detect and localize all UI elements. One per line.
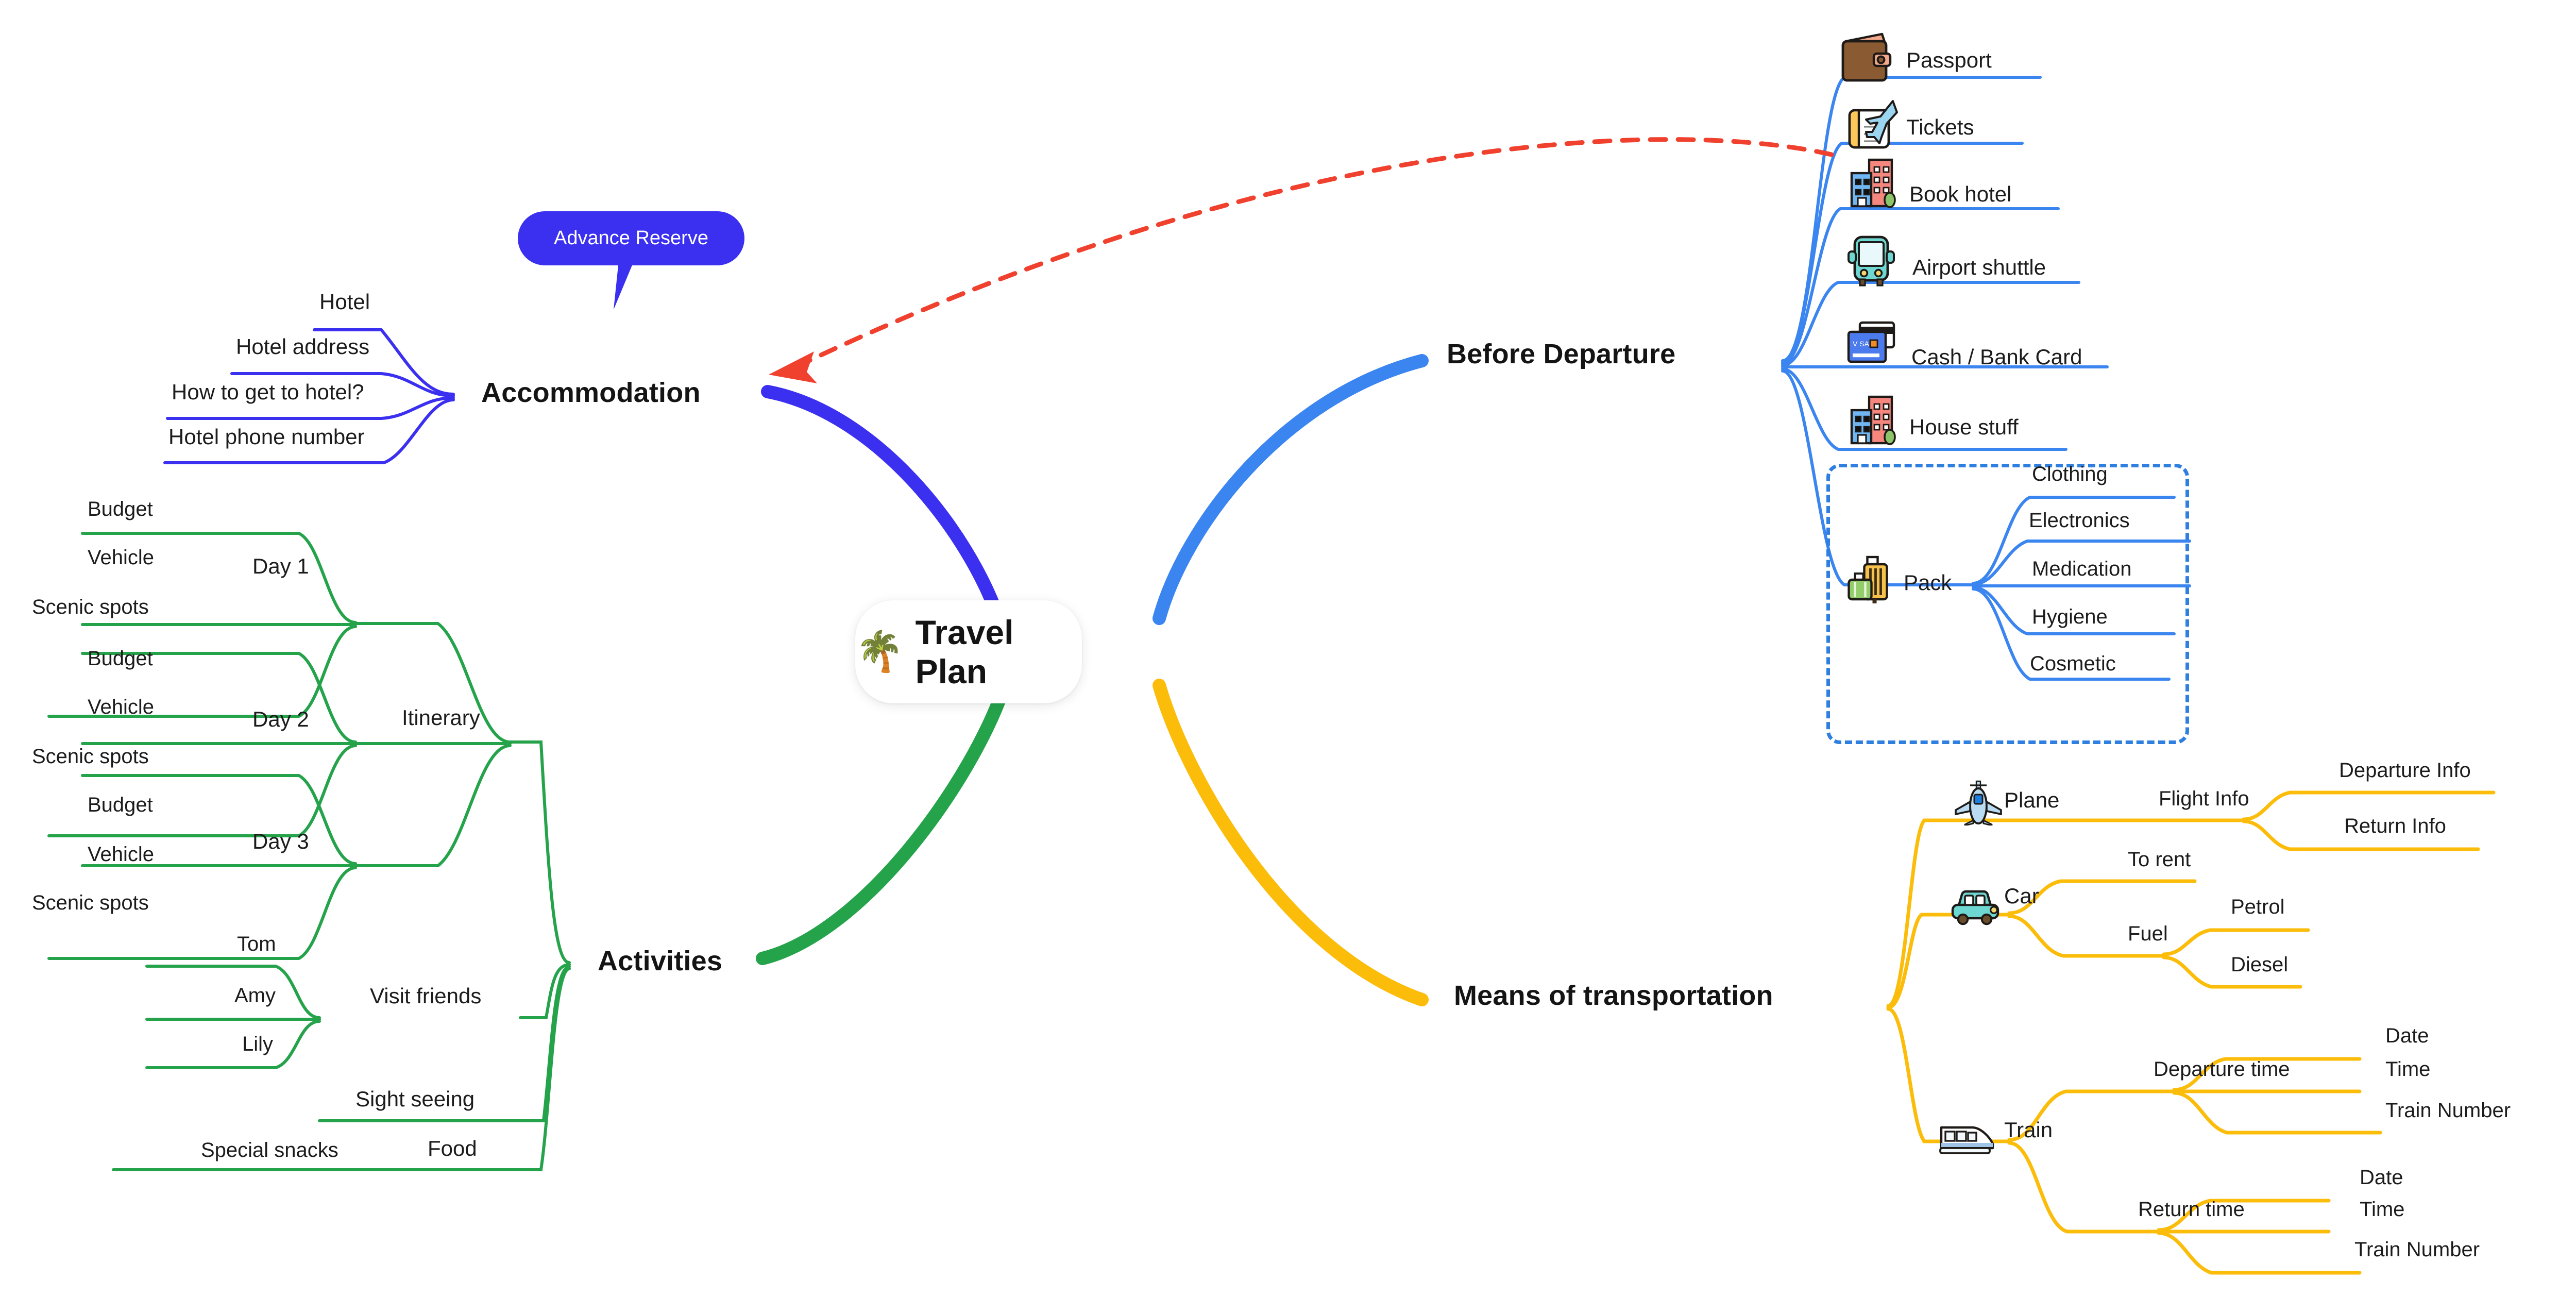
line-act-hub-itinerary	[509, 740, 571, 964]
mindmap-canvas: 🌴 Travel Plan Advance Reserve Accommodat…	[0, 0, 2576, 1314]
line-train-returntime	[2007, 1141, 2161, 1234]
palm-tree-icon: 🌴	[855, 630, 904, 673]
line-rettime-number	[2157, 1231, 2362, 1275]
node-diesel[interactable]: Diesel	[2231, 954, 2288, 975]
train-icon	[1937, 1118, 1996, 1156]
node-day3-vehicle[interactable]: Vehicle	[88, 844, 154, 865]
node-amy[interactable]: Amy	[234, 985, 276, 1006]
node-day1-scenic-spots[interactable]: Scenic spots	[32, 597, 149, 617]
node-day2-vehicle[interactable]: Vehicle	[88, 697, 154, 717]
node-car[interactable]: Car	[2004, 885, 2039, 907]
node-ret-time[interactable]: Time	[2360, 1199, 2404, 1220]
node-clothing[interactable]: Clothing	[2032, 464, 2108, 484]
node-sight-seeing[interactable]: Sight seeing	[355, 1088, 474, 1110]
node-special-snacks[interactable]: Special snacks	[201, 1140, 338, 1160]
branch-label-accommodation[interactable]: Accommodation	[481, 379, 701, 407]
center-node[interactable]: 🌴 Travel Plan	[855, 600, 1082, 703]
branch-before-departure-main	[1153, 354, 1429, 625]
branch-transportation-main	[1153, 679, 1429, 1006]
node-medication[interactable]: Medication	[2032, 559, 2131, 579]
node-pack[interactable]: Pack	[1904, 572, 1952, 594]
callout-tail-icon	[613, 260, 639, 310]
node-dep-time[interactable]: Time	[2385, 1059, 2430, 1080]
line-bd-hub-bookhotel	[1781, 207, 2060, 365]
node-day2-budget[interactable]: Budget	[88, 648, 153, 669]
node-itinerary[interactable]: Itinerary	[402, 707, 480, 729]
node-hotel-address[interactable]: Hotel address	[236, 336, 369, 358]
branch-label-before-departure[interactable]: Before Departure	[1447, 340, 1675, 368]
bus-icon	[1843, 233, 1899, 289]
branch-activities-main	[756, 679, 1011, 965]
line-deptime-number	[2172, 1091, 2382, 1135]
node-flight-info[interactable]: Flight Info	[2159, 788, 2249, 809]
line-itin-day3	[354, 744, 512, 867]
line-act-hub-food	[519, 967, 571, 1171]
node-house-stuff[interactable]: House stuff	[1909, 416, 2019, 438]
branch-label-activities[interactable]: Activities	[598, 947, 722, 975]
node-to-rent[interactable]: To rent	[2128, 849, 2191, 870]
node-cash-bank-card[interactable]: Cash / Bank Card	[1911, 346, 2082, 368]
node-day-3[interactable]: Day 3	[252, 831, 309, 852]
node-dep-train-number[interactable]: Train Number	[2385, 1100, 2511, 1121]
node-book-hotel[interactable]: Book hotel	[1909, 183, 2011, 205]
node-electronics[interactable]: Electronics	[2029, 510, 2130, 531]
branch-label-transportation[interactable]: Means of transportation	[1454, 982, 1773, 1009]
node-airport-shuttle[interactable]: Airport shuttle	[1912, 257, 2046, 278]
buildings-icon	[1843, 155, 1900, 211]
node-visit-friends[interactable]: Visit friends	[370, 985, 481, 1007]
connector-lines	[47, 76, 2496, 1275]
node-fuel[interactable]: Fuel	[2128, 923, 2168, 944]
airline-ticket-icon	[1843, 98, 1899, 151]
node-departure-time[interactable]: Departure time	[2154, 1059, 2290, 1080]
line-fuel-petrol	[2162, 928, 2310, 956]
node-return-time[interactable]: Return time	[2138, 1199, 2245, 1220]
node-day-1[interactable]: Day 1	[252, 555, 309, 577]
line-vf-tom	[145, 965, 321, 1019]
node-plane[interactable]: Plane	[2004, 789, 2059, 811]
buildings-icon	[1843, 392, 1900, 448]
node-tickets[interactable]: Tickets	[1906, 116, 1974, 138]
car-icon	[1947, 886, 2004, 926]
node-ret-train-number[interactable]: Train Number	[2354, 1239, 2480, 1260]
line-act-hub-visitfriends	[519, 963, 571, 1019]
node-passport[interactable]: Passport	[1906, 49, 1992, 71]
node-hotel[interactable]: Hotel	[319, 291, 370, 313]
node-hygiene[interactable]: Hygiene	[2032, 607, 2108, 627]
node-day3-scenic-spots[interactable]: Scenic spots	[32, 892, 149, 913]
line-vf-lily	[145, 1020, 321, 1069]
line-tr-hub-car	[1886, 913, 2011, 1009]
node-lily[interactable]: Lily	[242, 1034, 273, 1054]
luggage-icon	[1844, 554, 1899, 605]
node-day-2[interactable]: Day 2	[252, 709, 309, 730]
center-title: Travel Plan	[915, 613, 1014, 690]
relation-arrow-head	[769, 351, 817, 383]
node-petrol[interactable]: Petrol	[2231, 897, 2285, 917]
relation-arrow-line	[793, 137, 1834, 369]
node-day3-budget[interactable]: Budget	[88, 795, 153, 815]
node-dep-date[interactable]: Date	[2385, 1025, 2429, 1046]
node-day2-scenic-spots[interactable]: Scenic spots	[32, 746, 149, 767]
line-act-hub-sightseeing	[514, 965, 571, 1122]
node-train[interactable]: Train	[2004, 1119, 2053, 1141]
node-ret-date[interactable]: Date	[2360, 1167, 2403, 1188]
node-return-info[interactable]: Return Info	[2344, 816, 2446, 836]
node-food[interactable]: Food	[428, 1138, 477, 1159]
advance-reserve-callout[interactable]: Advance Reserve	[518, 211, 744, 265]
branch-accommodation-main	[761, 385, 1006, 628]
node-day1-budget[interactable]: Budget	[88, 499, 153, 519]
advance-reserve-label: Advance Reserve	[554, 227, 708, 249]
node-departure-info[interactable]: Departure Info	[2339, 760, 2471, 781]
airplane-icon	[1953, 779, 2004, 826]
credit-card-icon: V SA	[1843, 319, 1900, 368]
node-how-to-get-to-hotel[interactable]: How to get to hotel?	[172, 381, 364, 403]
line-bd-hub-tickets	[1781, 142, 2024, 364]
passport-wallet-icon	[1837, 31, 1896, 87]
node-cosmetic[interactable]: Cosmetic	[2030, 653, 2116, 674]
node-day1-vehicle[interactable]: Vehicle	[88, 547, 154, 568]
node-hotel-phone-number[interactable]: Hotel phone number	[168, 426, 365, 448]
svg-text:V SA: V SA	[1853, 340, 1870, 348]
node-tom[interactable]: Tom	[237, 934, 276, 954]
